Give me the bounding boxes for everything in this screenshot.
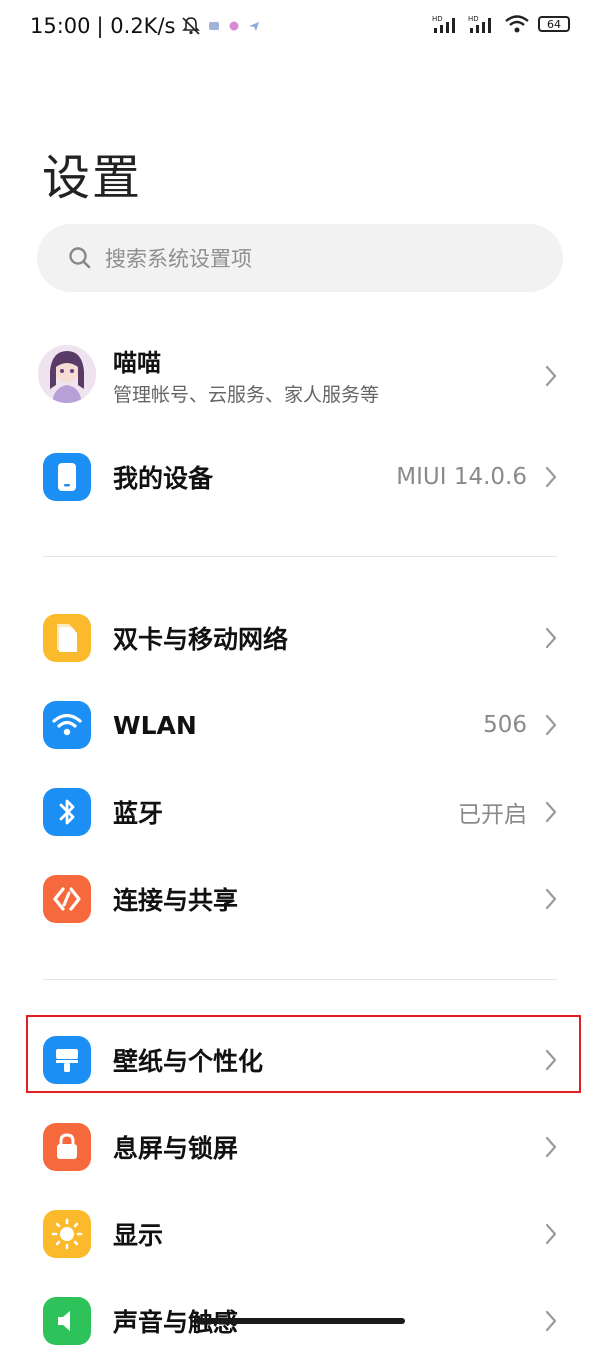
status-bar: 15:00 | 0.2K/s HD HD 64 — [0, 0, 600, 56]
wifi-icon — [43, 701, 91, 749]
signal-hd-icon-2: HD — [468, 15, 491, 33]
divider — [43, 979, 557, 980]
search-icon — [69, 247, 91, 269]
avatar-image — [38, 345, 96, 403]
chevron-right-icon — [545, 627, 557, 649]
hd-label-2: HD — [468, 15, 479, 23]
battery-icon: 64 — [538, 16, 570, 32]
search-placeholder: 搜索系统设置项 — [105, 247, 252, 271]
account-name: 喵喵 — [113, 349, 161, 377]
send-notification-icon — [249, 22, 260, 31]
page-title: 设置 — [42, 150, 143, 206]
wifi-status-icon — [505, 15, 529, 33]
search-input[interactable]: 搜索系统设置项 — [37, 224, 563, 292]
bluetooth-icon — [43, 788, 91, 836]
status-left: 15:00 | 0.2K/s — [30, 14, 261, 38]
sun-icon — [43, 1210, 91, 1258]
account-subtitle: 管理帐号、云服务、家人服务等 — [113, 384, 380, 406]
settings-item-label: WLAN — [113, 710, 197, 740]
settings-item-lock-screen[interactable]: 息屏与锁屏 — [0, 1104, 600, 1190]
connection-icon — [43, 875, 91, 923]
speaker-icon — [43, 1297, 91, 1345]
account-row[interactable]: 喵喵 管理帐号、云服务、家人服务等 — [0, 335, 600, 419]
settings-item-value: 506 — [483, 712, 527, 738]
settings-item-display[interactable]: 显示 — [0, 1191, 600, 1277]
divider — [43, 556, 557, 557]
status-net-speed: | 0.2K/s — [96, 14, 176, 38]
highlight-box — [26, 1015, 581, 1093]
avatar — [38, 345, 96, 403]
settings-item-value: 已开启 — [458, 802, 527, 828]
hd-label-1: HD — [432, 15, 443, 23]
chevron-right-icon — [545, 888, 557, 910]
settings-item-label: 我的设备 — [113, 464, 214, 493]
chevron-right-icon — [545, 801, 557, 823]
status-time: 15:00 — [30, 14, 91, 38]
settings-item-connection-sharing[interactable]: 连接与共享 — [0, 856, 600, 942]
battery-level: 64 — [547, 17, 561, 31]
message-notification-icon — [209, 22, 220, 30]
settings-item-label: 蓝牙 — [113, 799, 164, 828]
phone-icon — [43, 453, 91, 501]
settings-item-my-device[interactable]: 我的设备 MIUI 14.0.6 — [0, 434, 600, 520]
settings-item-bluetooth[interactable]: 蓝牙 已开启 — [0, 769, 600, 855]
chevron-right-icon — [545, 714, 557, 736]
settings-item-label: 息屏与锁屏 — [113, 1134, 239, 1163]
settings-item-dual-sim[interactable]: 双卡与移动网络 — [0, 595, 600, 681]
chevron-right-icon — [545, 1223, 557, 1245]
status-right: HD HD 64 — [432, 14, 570, 34]
sim-card-icon — [43, 614, 91, 662]
settings-item-value: MIUI 14.0.6 — [396, 464, 527, 490]
settings-item-label: 连接与共享 — [113, 886, 239, 915]
lock-icon — [43, 1123, 91, 1171]
chevron-right-icon — [545, 466, 557, 488]
settings-item-label: 双卡与移动网络 — [113, 625, 289, 654]
chevron-right-icon — [545, 1310, 557, 1332]
signal-hd-icon: HD — [432, 15, 455, 33]
chevron-right-icon — [545, 1136, 557, 1158]
settings-item-wlan[interactable]: WLAN 506 — [0, 682, 600, 768]
chevron-right-icon — [545, 365, 557, 387]
home-indicator[interactable] — [195, 1318, 405, 1324]
bell-off-icon — [182, 17, 201, 35]
settings-item-label: 显示 — [113, 1221, 164, 1250]
app-notification-icon — [229, 21, 239, 31]
